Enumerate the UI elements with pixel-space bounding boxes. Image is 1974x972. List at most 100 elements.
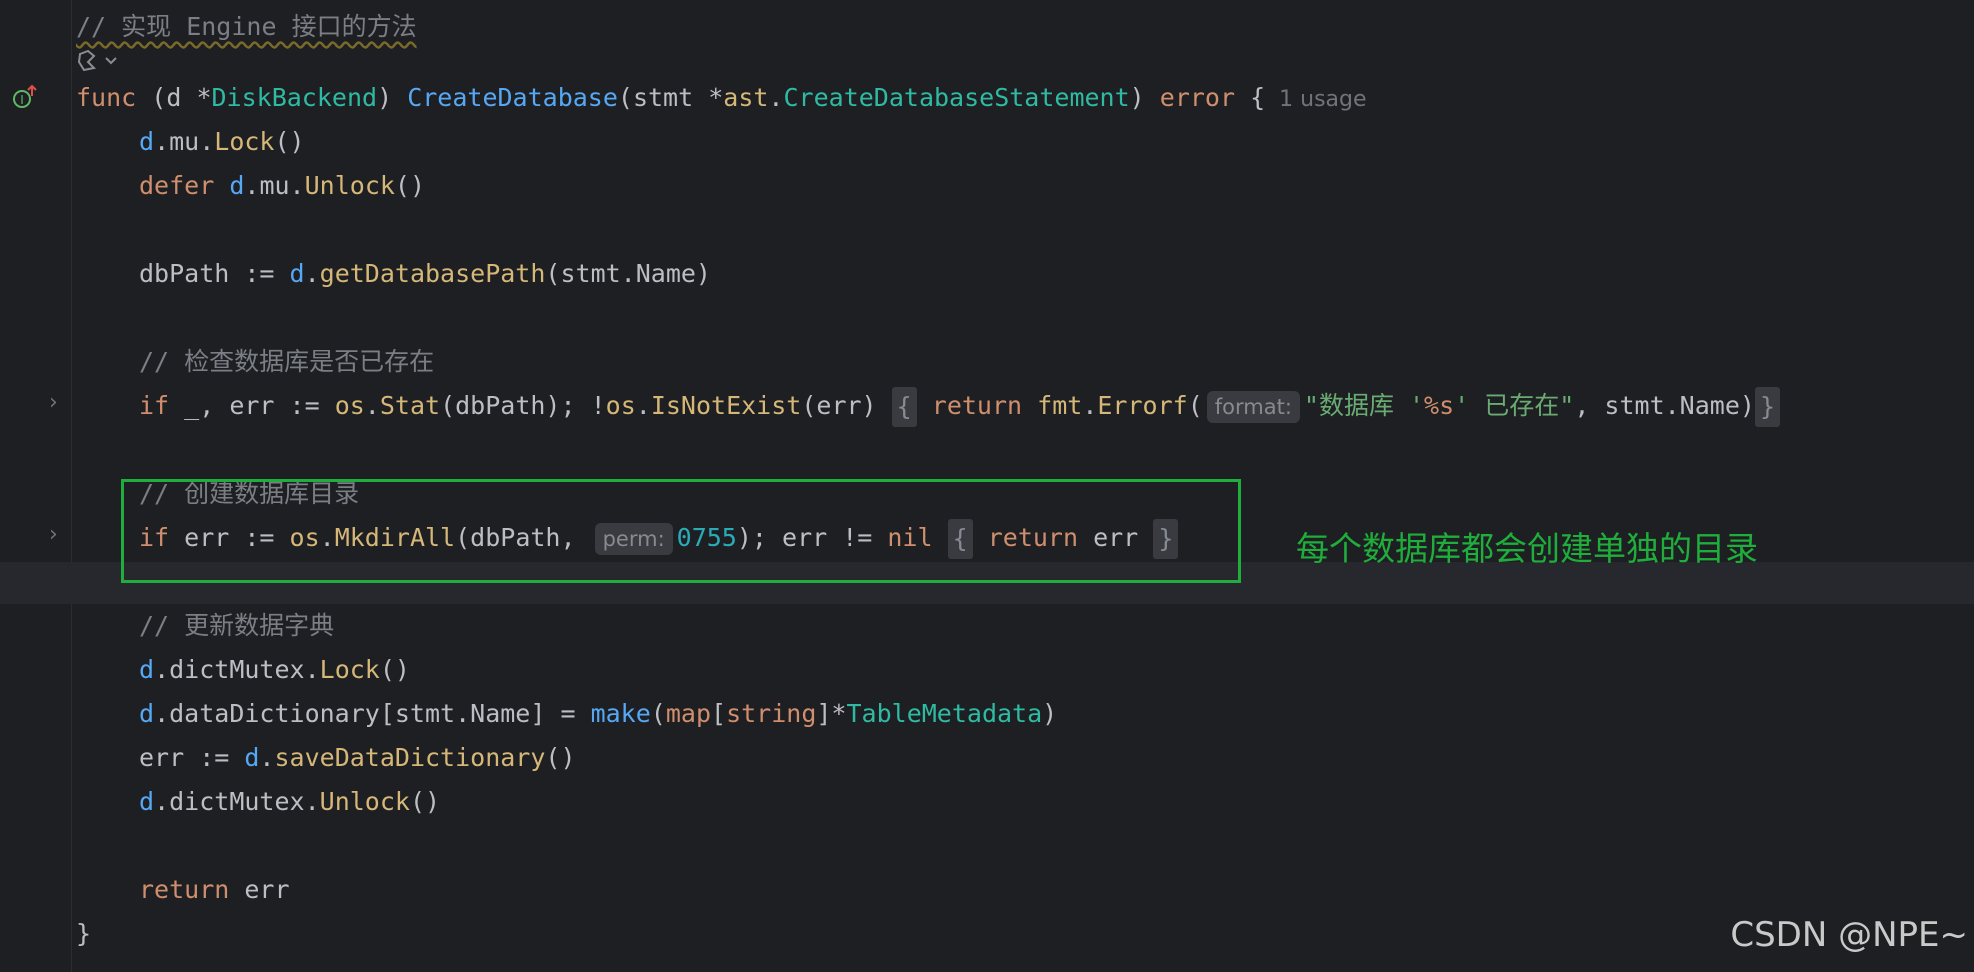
code-text: .dictMutex. — [154, 787, 320, 816]
code-text: ]* — [816, 699, 847, 728]
receiver: d — [166, 83, 182, 112]
package-name: fmt — [1037, 391, 1083, 420]
receiver: d — [229, 171, 245, 200]
keyword: defer — [139, 171, 215, 200]
code-text: .mu. — [154, 127, 215, 156]
method-call: Stat — [379, 391, 441, 420]
param-hint: format: — [1206, 391, 1300, 423]
closing-brace: } — [76, 919, 92, 948]
receiver: d — [244, 743, 260, 772]
package-name: ast — [723, 83, 769, 112]
code-line: d.dataDictionary[stmt.Name] = make(map[s… — [139, 692, 1057, 736]
code-line: dbPath := d.getDatabasePath(stmt.Name) — [139, 252, 711, 296]
receiver: d — [139, 787, 155, 816]
method-call: getDatabasePath — [319, 259, 546, 288]
receiver: d — [139, 699, 155, 728]
receiver: d — [139, 127, 155, 156]
code-text: , stmt.Name) — [1574, 391, 1755, 420]
code-text: () — [545, 743, 576, 772]
code-line: d.dictMutex.Lock() — [139, 648, 410, 692]
format-verb: %s — [1424, 391, 1455, 420]
code-text: err — [229, 875, 290, 904]
code-text: ) — [1042, 699, 1058, 728]
code-comment: // 更新数据字典 — [139, 611, 335, 640]
fold-chevron-icon[interactable]: › — [49, 522, 58, 547]
fold-chevron-icon[interactable]: › — [49, 390, 58, 415]
package-name: os — [334, 391, 365, 420]
keyword: return — [931, 391, 1023, 420]
code-text: ( — [650, 699, 666, 728]
method-call: IsNotExist — [650, 391, 802, 420]
code-text: { — [1235, 83, 1266, 112]
code-text: () — [274, 127, 305, 156]
method-call: Unlock — [304, 171, 395, 200]
code-text: .dataDictionary[stmt.Name] = — [154, 699, 591, 728]
keyword: if — [139, 391, 170, 420]
code-text: . — [768, 83, 784, 112]
annotation-text: 每个数据库都会创建单独的目录 — [1296, 529, 1758, 568]
code-text: (err) — [801, 391, 892, 420]
method-call: Errorf — [1097, 391, 1188, 420]
code-line: d.mu.Lock() — [139, 120, 305, 164]
implements-interface-icon[interactable]: I — [12, 84, 38, 110]
header-comment: // 实现 Engine 接口的方法 — [76, 12, 417, 41]
receiver-type: DiskBackend — [211, 83, 378, 112]
builtin-type: string — [726, 699, 817, 728]
code-text: _, err := — [169, 391, 335, 420]
code-text: err := — [139, 743, 245, 772]
fold-brace[interactable]: } — [1754, 387, 1780, 427]
function-name: CreateDatabase — [407, 83, 618, 112]
svg-text:I: I — [20, 93, 24, 107]
code-text: () — [409, 787, 441, 816]
string-literal: "数据库 ' — [1303, 391, 1425, 420]
package-name: os — [605, 391, 636, 420]
code-text: . — [304, 259, 320, 288]
usage-hint[interactable]: 1 usage — [1279, 87, 1366, 112]
code-text: ) — [377, 83, 408, 112]
gutter-divider — [71, 0, 72, 972]
keyword: func — [76, 83, 137, 112]
builtin-function: make — [590, 699, 651, 728]
code-text: ( — [136, 83, 167, 112]
code-text: dbPath := — [139, 259, 290, 288]
code-text: . — [259, 743, 275, 772]
type-name: TableMetadata — [846, 699, 1043, 728]
code-line: d.dictMutex.Unlock() — [139, 780, 440, 824]
code-text: .mu. — [244, 171, 305, 200]
method-call: saveDataDictionary — [274, 743, 546, 772]
code-text: . — [1082, 391, 1098, 420]
code-line: defer d.mu.Unlock() — [139, 164, 425, 208]
keyword: return — [139, 875, 230, 904]
fold-brace[interactable]: { — [891, 387, 917, 427]
code-text: () — [379, 655, 410, 684]
receiver: d — [289, 259, 305, 288]
string-literal: ' 已存在" — [1454, 391, 1575, 420]
method-call: Lock — [214, 127, 275, 156]
code-text: (stmt * — [617, 83, 724, 112]
return-type: error — [1159, 83, 1236, 112]
code-text: * — [181, 83, 212, 112]
ai-assistant-icon[interactable] — [76, 48, 122, 74]
code-line: // 实现 Engine 接口的方法 — [76, 5, 417, 49]
code-text: . — [635, 391, 651, 420]
param-type: CreateDatabaseStatement — [783, 83, 1130, 112]
receiver: d — [139, 655, 155, 684]
code-comment: // 检查数据库是否已存在 — [139, 347, 435, 376]
method-call: Lock — [319, 655, 380, 684]
code-text: [ — [711, 699, 727, 728]
code-line: if _, err := os.Stat(dbPath); !os.IsNotE… — [139, 384, 1780, 428]
code-text: .dictMutex. — [154, 655, 320, 684]
code-text: . — [364, 391, 380, 420]
highlight-box — [121, 479, 1241, 583]
code-line-func-signature: func (d *DiskBackend) CreateDatabase(stm… — [76, 76, 1367, 120]
code-text: (dbPath); ! — [440, 391, 606, 420]
code-text: (stmt.Name) — [545, 259, 711, 288]
method-call: Unlock — [319, 787, 410, 816]
code-line: err := d.saveDataDictionary() — [139, 736, 576, 780]
keyword: map — [665, 699, 711, 728]
code-line: return err — [139, 868, 290, 912]
code-text: ) — [1129, 83, 1160, 112]
